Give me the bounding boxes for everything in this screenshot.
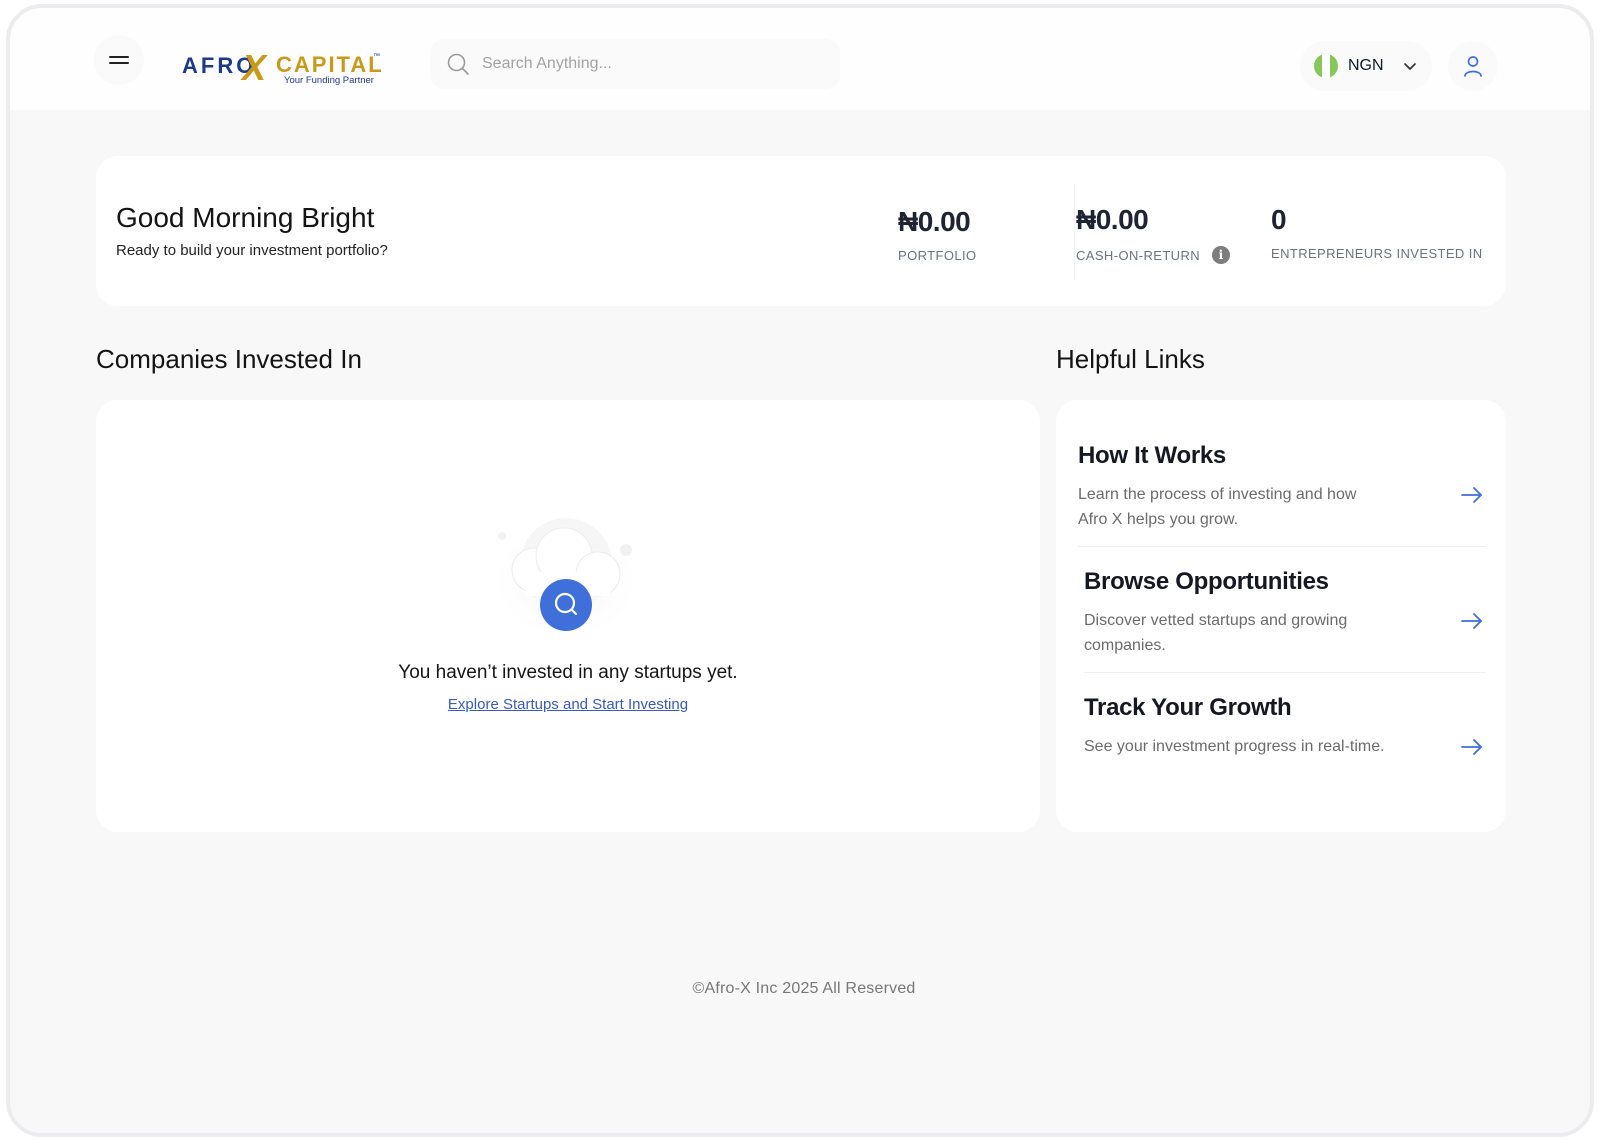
link-divider <box>1078 546 1486 547</box>
entrepreneurs-stat: 0 ENTREPRENEURS INVESTED IN <box>1271 204 1483 261</box>
cash-on-return-label-row: CASH-ON-RETURN i <box>1076 246 1231 264</box>
greeting-title: Good Morning Bright <box>116 202 375 233</box>
link-divider <box>1084 672 1486 673</box>
search-bar[interactable] <box>430 39 840 89</box>
cash-on-return-label: CASH-ON-RETURN <box>1076 247 1201 263</box>
menu-button[interactable] <box>94 35 144 85</box>
nigeria-flag-icon <box>1314 54 1338 78</box>
logo-tagline: Your Funding Partner <box>284 75 374 86</box>
link-description: Discover vetted startups and growing com… <box>1084 612 1348 654</box>
arrow-right-icon <box>1461 487 1482 503</box>
user-icon <box>1464 56 1482 77</box>
arrow-right-icon <box>1461 739 1482 755</box>
link-title: How It Works <box>1078 442 1226 469</box>
profile-button[interactable] <box>1448 41 1498 91</box>
logo-capital-text: CAPITAL <box>276 52 384 77</box>
link-title: Track Your Growth <box>1084 694 1292 721</box>
portfolio-label: PORTFOLIO <box>898 248 977 263</box>
hamburger-icon <box>109 56 129 64</box>
footer-copyright: ©Afro-X Inc 2025 All Reserved <box>692 980 916 997</box>
empty-state-cloud-search-icon <box>488 518 644 642</box>
companies-section-title: Companies Invested In <box>96 344 362 374</box>
portfolio-value: ₦0.00 <box>898 206 971 237</box>
info-icon[interactable]: i <box>1212 246 1231 264</box>
explore-startups-link-wrap: Explore Startups and Start Investing <box>96 696 1040 713</box>
currency-code: NGN <box>1348 57 1384 74</box>
arrow-right-icon <box>1461 613 1482 629</box>
link-description: See your investment progress in real-tim… <box>1084 738 1385 755</box>
link-browse-opportunities[interactable]: Browse Opportunities Discover vetted sta… <box>1084 568 1492 692</box>
portfolio-summary-card: Good Morning Bright Ready to build your … <box>96 156 1506 306</box>
companies-invested-card: You haven’t invested in any startups yet… <box>96 400 1040 832</box>
chevron-down-icon <box>1403 63 1416 70</box>
currency-selector[interactable]: NGN <box>1300 41 1432 91</box>
entrepreneurs-label: ENTREPRENEURS INVESTED IN <box>1271 246 1483 261</box>
logo-x-mark: X <box>240 47 268 86</box>
app-window: AFRO X CAPITAL ™ Your Funding Partner NG… <box>6 4 1594 1137</box>
link-title: Browse Opportunities <box>1084 568 1329 595</box>
cash-on-return-stat: ₦0.00 CASH-ON-RETURN i <box>1076 204 1231 264</box>
empty-state-message: You haven’t invested in any startups yet… <box>398 662 738 683</box>
search-icon <box>447 53 469 75</box>
link-description: Learn the process of investing and how A… <box>1078 486 1357 528</box>
helpful-links-card: How It Works Learn the process of invest… <box>1056 400 1506 832</box>
search-input[interactable] <box>482 55 802 73</box>
link-track-your-growth[interactable]: Track Your Growth See your investment pr… <box>1084 694 1492 818</box>
entrepreneurs-value: 0 <box>1271 204 1287 235</box>
stat-divider <box>1074 184 1075 280</box>
link-how-it-works[interactable]: How It Works Learn the process of invest… <box>1078 442 1486 566</box>
portfolio-stat: ₦0.00 PORTFOLIO <box>898 206 976 263</box>
top-header: AFRO X CAPITAL ™ Your Funding Partner NG… <box>10 8 1590 110</box>
helpful-links-section-title: Helpful Links <box>1056 344 1205 374</box>
cash-on-return-value: ₦0.00 <box>1076 204 1149 235</box>
greeting-subtitle: Ready to build your investment portfolio… <box>116 242 388 259</box>
afrox-capital-logo[interactable]: AFRO X CAPITAL ™ Your Funding Partner <box>180 46 390 88</box>
explore-startups-link[interactable]: Explore Startups and Start Investing <box>448 696 688 713</box>
logo-tm: ™ <box>373 53 380 60</box>
